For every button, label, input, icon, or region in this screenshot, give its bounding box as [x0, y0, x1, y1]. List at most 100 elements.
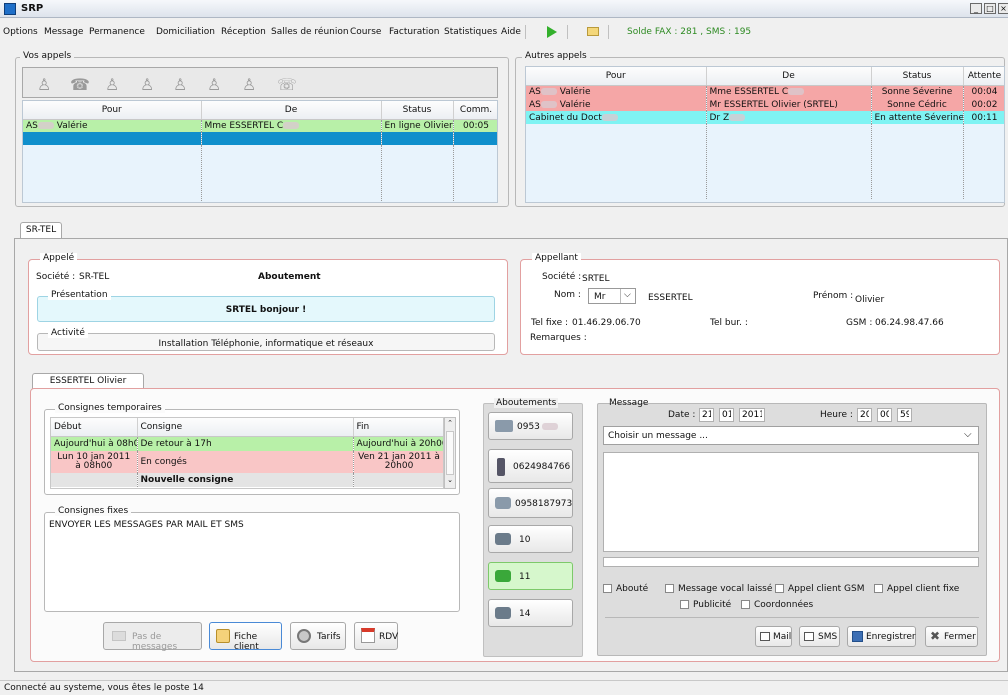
fax-icon	[495, 497, 511, 509]
col-status[interactable]: Status	[381, 101, 454, 120]
cell-pour: AS Valérie	[526, 98, 707, 111]
table-row[interactable]: Lun 10 jan 2011 à 08h00 En congés Ven 21…	[51, 451, 443, 473]
date-day-input[interactable]	[699, 408, 714, 422]
aboutement-button[interactable]: 0953	[488, 412, 573, 440]
check-vocal[interactable]: Message vocal laissé	[665, 584, 772, 594]
menu-facturation[interactable]: Facturation	[389, 27, 440, 37]
col-consigne[interactable]: Consigne	[137, 418, 354, 437]
scroll-up-icon[interactable]: ⌃	[446, 419, 454, 429]
table-row[interactable]: Cabinet du Doct Dr Z En attente Séverine…	[526, 111, 1004, 124]
mail-icon[interactable]	[587, 27, 599, 36]
vos-appels-title: Vos appels	[20, 51, 75, 61]
table-row[interactable]: AS Valérie Mr ESSERTEL Olivier (SRTEL) S…	[526, 98, 1004, 111]
tarifs-button[interactable]: Tarifs	[290, 622, 346, 650]
check-coordonnees[interactable]: Coordonnées	[741, 600, 813, 610]
check-publicite[interactable]: Publicité	[680, 600, 731, 610]
maximize-button[interactable]: □	[984, 3, 996, 14]
menu-statistiques[interactable]: Statistiques	[444, 27, 497, 37]
tab-contact[interactable]: ESSERTEL Olivier (Gérant)	[32, 373, 144, 401]
choose-message-select[interactable]: Choisir un message ... ⌵	[603, 426, 979, 445]
heure-label: Heure :	[820, 410, 853, 420]
menu-course[interactable]: Course	[350, 27, 381, 37]
col-pour[interactable]: Pour	[23, 101, 202, 120]
aboutement-button-active[interactable]: 11	[488, 562, 573, 590]
menu-options[interactable]: Options	[3, 27, 38, 37]
appele-title: Appelé	[40, 253, 78, 263]
col-de[interactable]: De	[201, 101, 382, 120]
date-month-input[interactable]	[719, 408, 734, 422]
new-consigne[interactable]: Nouvelle consigne	[137, 473, 354, 487]
date-label: Date :	[668, 410, 696, 420]
menu-aide[interactable]: Aide	[501, 27, 521, 37]
aboutement-button[interactable]: 0958187973	[488, 488, 573, 518]
civilite-select[interactable]: Mr ⌵	[588, 288, 636, 304]
select-divider	[620, 289, 621, 303]
scroll-thumb[interactable]	[446, 431, 454, 475]
hold-icon[interactable]: ♙	[140, 75, 154, 94]
save-button[interactable]: Enregistrer	[847, 626, 916, 647]
menu-permanence[interactable]: Permanence	[89, 27, 145, 37]
hour-input[interactable]	[857, 408, 872, 422]
table-row[interactable]: AS Valérie Mme ESSERTEL C En ligne Olivi…	[23, 119, 497, 132]
aboutement-button[interactable]: 10	[488, 525, 573, 553]
fiche-client-button[interactable]: Fiche client	[209, 622, 282, 652]
search-user-icon[interactable]: ♙	[242, 75, 256, 94]
conference-icon[interactable]: ♙	[173, 75, 187, 94]
check-gsm[interactable]: Appel client GSM	[775, 584, 865, 594]
sms-button[interactable]: SMS	[799, 626, 840, 647]
status-bar: Connecté au systeme, vous êtes le poste …	[0, 680, 1008, 695]
cell-attente: 00:02	[963, 98, 1004, 111]
forward-icon[interactable]: ♙	[207, 75, 221, 94]
mail-button[interactable]: Mail	[755, 626, 792, 647]
scroll-down-icon[interactable]: ⌄	[446, 476, 454, 486]
consignes-fixes-text: ENVOYER LES MESSAGES PAR MAIL ET SMS	[49, 520, 244, 530]
menu-reception[interactable]: Réception	[221, 27, 266, 37]
col-comm[interactable]: Comm.	[453, 101, 497, 120]
minute-input[interactable]	[877, 408, 892, 422]
minimize-button[interactable]: _	[970, 3, 982, 14]
menu-bar: Options Message Permanence Domiciliation…	[0, 25, 1008, 43]
phone-icon[interactable]: ☎	[70, 75, 90, 94]
rdv-button[interactable]: RDV	[354, 622, 398, 650]
pas-messages-button[interactable]: Pas de messages	[103, 622, 202, 652]
cell-attente: 00:11	[963, 111, 1004, 124]
cell-status: Sonne Cédric	[871, 98, 964, 111]
cell-pour: AS Valérie	[526, 85, 707, 98]
check-aboute[interactable]: Abouté	[603, 584, 648, 594]
date-year-input[interactable]	[739, 408, 765, 422]
second-input[interactable]	[897, 408, 912, 422]
menu-message[interactable]: Message	[44, 27, 83, 37]
new-consigne-row[interactable]: Nouvelle consigne	[51, 473, 443, 487]
chevron-down-icon: ⌵	[624, 290, 631, 300]
play-icon[interactable]	[547, 26, 557, 38]
close-message-button[interactable]: ✖ Fermer	[925, 626, 978, 647]
table-row-selected[interactable]	[23, 132, 497, 145]
col-debut[interactable]: Début	[51, 418, 138, 437]
aboutement-button[interactable]: 14	[488, 599, 573, 627]
table-row[interactable]: Aujourd'hui à 08h00 De retour à 17h Aujo…	[51, 436, 443, 451]
col-fin[interactable]: Fin	[353, 418, 443, 437]
table-row[interactable]: AS Valérie Mme ESSERTEL C Sonne Séverine…	[526, 85, 1004, 98]
scrollbar[interactable]: ⌃ ⌄	[444, 417, 456, 489]
aboutement-button[interactable]: 0624984766	[488, 449, 573, 483]
societe-value: SR-TEL	[79, 272, 110, 282]
hangup-icon[interactable]: ☏	[277, 75, 297, 94]
check-fixe[interactable]: Appel client fixe	[874, 584, 959, 594]
tab-sr-tel[interactable]: SR-TEL	[20, 222, 62, 238]
col-status[interactable]: Status	[871, 67, 964, 86]
fax-icon	[495, 420, 513, 432]
message-textarea[interactable]	[603, 452, 979, 552]
col-pour[interactable]: Pour	[526, 67, 707, 86]
menu-salles[interactable]: Salles de réunion	[271, 27, 349, 37]
aboutement-number: 10	[519, 535, 531, 545]
transfer-icon[interactable]: ♙	[105, 75, 119, 94]
close-button[interactable]: ×	[998, 3, 1008, 14]
consignes-temp-title: Consignes temporaires	[55, 403, 165, 413]
nom-value: ESSERTEL	[648, 293, 693, 303]
menu-domiciliation[interactable]: Domiciliation	[156, 27, 215, 37]
pas-messages-label: Pas de messages	[132, 632, 178, 652]
col-de[interactable]: De	[706, 67, 872, 86]
solde-label: Solde FAX : 281 , SMS : 195	[627, 27, 752, 37]
user-icon[interactable]: ♙	[37, 75, 51, 94]
col-attente[interactable]: Attente	[963, 67, 1004, 86]
